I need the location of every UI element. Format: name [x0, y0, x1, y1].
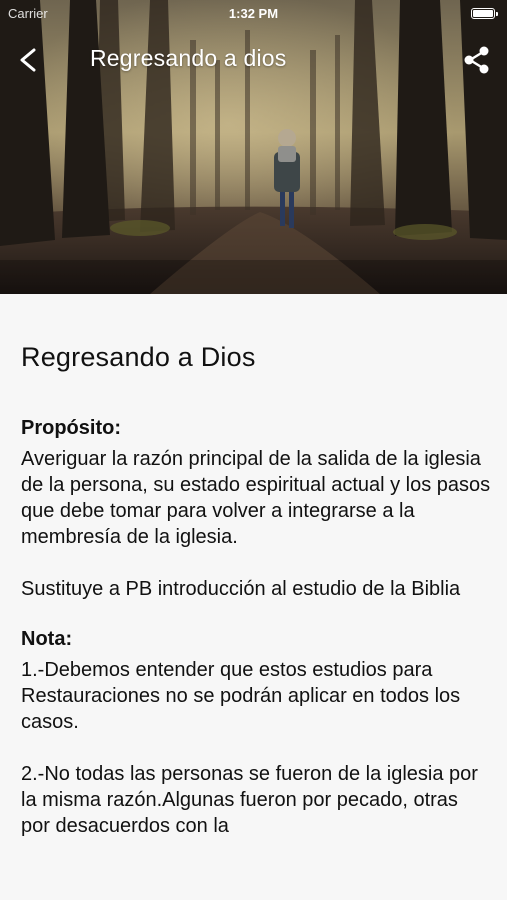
- purpose-text: Averiguar la razón principal de la salid…: [21, 448, 491, 548]
- article-title: Regresando a Dios: [21, 342, 256, 372]
- screen: Carrier 1:32 PM Regresando a dios Regres…: [0, 0, 507, 900]
- chevron-left-icon: [20, 48, 36, 72]
- back-button[interactable]: [14, 44, 44, 76]
- header-photo: Carrier 1:32 PM Regresando a dios: [0, 0, 507, 294]
- purpose-heading: Propósito:: [21, 417, 121, 439]
- battery-icon: [471, 8, 498, 19]
- note-item-2: 2.-No todas las personas se fueron de la…: [21, 763, 478, 837]
- nav-title: Regresando a dios: [90, 45, 287, 71]
- article-content: Regresando a Dios Propósito: Averiguar l…: [21, 342, 491, 839]
- replaces-text: Sustituye a PB introducción al estudio d…: [21, 578, 461, 600]
- share-icon: [464, 46, 489, 74]
- status-bar: Carrier 1:32 PM: [0, 0, 507, 28]
- clock: 1:32 PM: [228, 6, 279, 21]
- note-item-1: 1.-Debemos entender que estos estudios p…: [21, 659, 461, 733]
- note-heading: Nota:: [21, 628, 73, 650]
- share-button[interactable]: [463, 45, 491, 75]
